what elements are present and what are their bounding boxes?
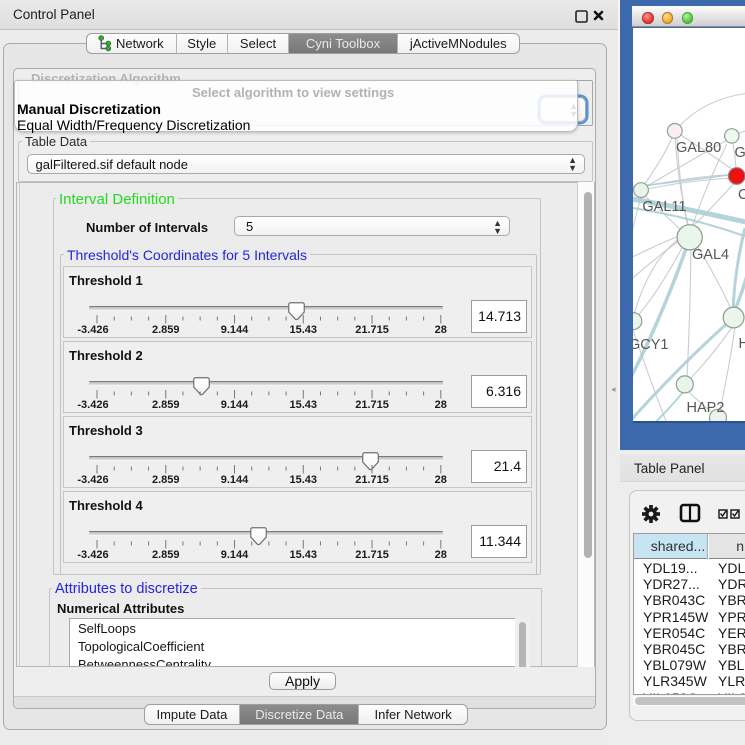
- svg-text:C: C: [738, 187, 745, 203]
- svg-text:GAL11: GAL11: [642, 199, 686, 215]
- svg-text:GCY1: GCY1: [633, 337, 669, 353]
- svg-text:GAL4: GAL4: [692, 247, 729, 263]
- svg-text:HAP2: HAP2: [687, 400, 725, 416]
- svg-text:G.: G.: [735, 145, 745, 161]
- svg-text:H: H: [739, 336, 745, 352]
- svg-text:GAL80: GAL80: [676, 140, 721, 156]
